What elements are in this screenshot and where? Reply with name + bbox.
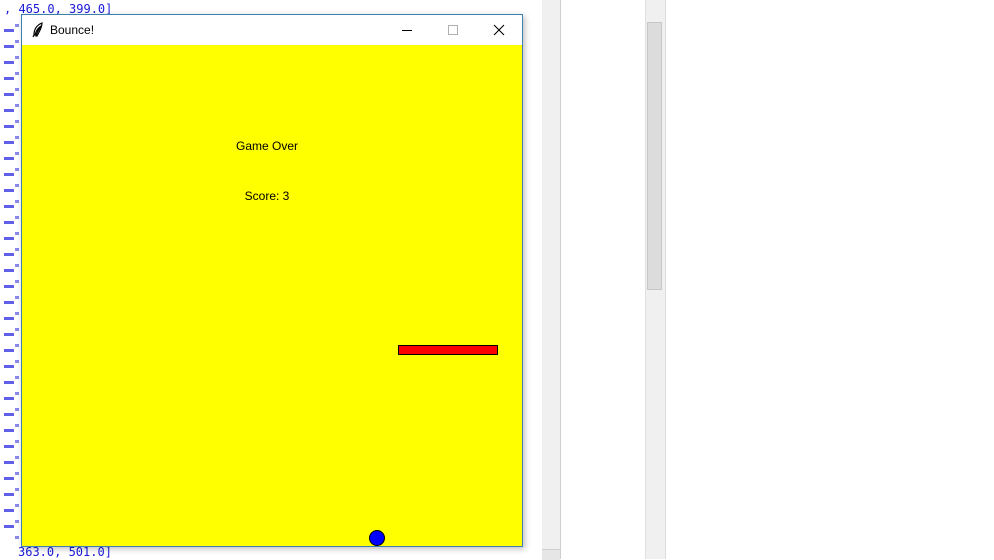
window-title: Bounce! <box>50 23 95 37</box>
editor-pane <box>561 0 645 559</box>
console-scrollbar[interactable] <box>542 0 561 559</box>
paddle <box>398 345 498 355</box>
editor-scrollbar-thumb[interactable] <box>647 22 662 290</box>
maximize-icon <box>447 21 459 40</box>
maximize-button[interactable] <box>430 15 476 45</box>
close-icon <box>493 21 505 40</box>
ball <box>369 530 385 546</box>
minimize-icon <box>401 21 413 40</box>
game-over-text: Game Over <box>235 139 299 153</box>
window-titlebar[interactable]: Bounce! <box>22 15 522 45</box>
bounce-window: Bounce! Game Over Score: 3 <box>21 14 523 547</box>
close-button[interactable] <box>476 15 522 45</box>
console-scroll-down-button[interactable] <box>542 549 560 560</box>
feather-icon <box>31 22 45 38</box>
console-text-fragments <box>4 20 14 540</box>
console-line-bottom: 363.0, 501.0] <box>18 545 112 559</box>
game-canvas[interactable]: Game Over Score: 3 <box>22 45 522 546</box>
console-text-fragments-secondary <box>15 20 19 540</box>
minimize-button[interactable] <box>384 15 430 45</box>
score-text: Score: 3 <box>244 189 290 203</box>
